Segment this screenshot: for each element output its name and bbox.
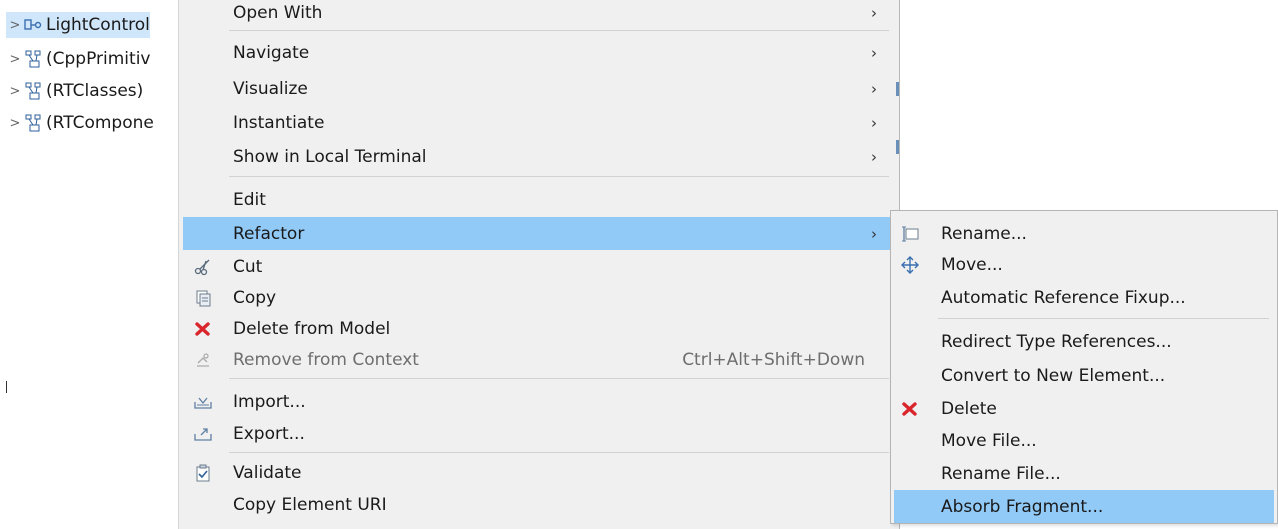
- menu-separator: [229, 452, 889, 453]
- package-icon: [24, 114, 42, 132]
- context-menu: Open With › Navigate › Visualize › Insta…: [178, 0, 900, 529]
- tree-item-label: LightControl: [46, 15, 150, 35]
- menu-item-remove-from-context[interactable]: Remove from Context Ctrl+Alt+Shift+Down: [183, 343, 895, 376]
- text-caret: [6, 381, 7, 393]
- submenu-item-rename[interactable]: Rename...: [894, 217, 1274, 250]
- menu-item-cut[interactable]: Cut: [183, 250, 895, 283]
- submenu-arrow-icon: ›: [871, 79, 877, 98]
- chevron-right-icon[interactable]: >: [6, 18, 24, 33]
- move-arrows-icon: [900, 255, 920, 275]
- menu-item-validate[interactable]: Validate: [183, 456, 895, 489]
- menu-item-label: Delete from Model: [233, 318, 391, 339]
- submenu-item-label: Redirect Type References...: [941, 331, 1172, 352]
- chevron-right-icon[interactable]: >: [6, 52, 24, 67]
- submenu-item-label: Rename...: [941, 223, 1027, 244]
- menu-item-export[interactable]: Export...: [183, 417, 895, 450]
- menu-item-label: Visualize: [233, 78, 308, 99]
- project-tree: > LightControl > (CppPrimitiv > (RTClass…: [0, 0, 180, 150]
- menu-item-label: Import...: [233, 391, 306, 412]
- submenu-item-redirect-type-references[interactable]: Redirect Type References...: [894, 325, 1274, 358]
- scissors-icon: [193, 257, 213, 277]
- remove-from-context-icon: [193, 350, 213, 370]
- submenu-item-convert-to-new-element[interactable]: Convert to New Element...: [894, 359, 1274, 392]
- tree-item-rtcomponents[interactable]: > (RTCompone: [6, 110, 154, 136]
- tree-item-label: (CppPrimitiv: [46, 49, 151, 69]
- submenu-arrow-icon: ›: [871, 224, 877, 243]
- submenu-item-label: Move File...: [941, 430, 1037, 451]
- rename-icon: [900, 224, 920, 244]
- submenu-arrow-icon: ›: [871, 147, 877, 166]
- tree-item-lightcontrol[interactable]: > LightControl: [6, 12, 150, 38]
- tree-item-rtclasses[interactable]: > (RTClasses): [6, 78, 144, 104]
- delete-x-icon: [193, 319, 213, 339]
- tree-item-label: (RTCompone: [46, 113, 154, 133]
- import-icon: [193, 392, 213, 412]
- menu-item-label: Refactor: [233, 223, 305, 244]
- submenu-arrow-icon: ›: [871, 3, 877, 22]
- submenu-separator: [938, 318, 1269, 319]
- submenu-item-delete[interactable]: Delete: [894, 392, 1274, 425]
- menu-item-label: Show in Local Terminal: [233, 146, 427, 167]
- menu-item-label: Cut: [233, 256, 263, 277]
- menu-item-delete-from-model[interactable]: Delete from Model: [183, 312, 895, 345]
- menu-item-label: Navigate: [233, 42, 310, 63]
- menu-item-label: Remove from Context: [233, 349, 419, 370]
- menu-separator: [229, 176, 889, 177]
- validate-clipboard-icon: [193, 463, 213, 483]
- submenu-item-rename-file[interactable]: Rename File...: [894, 457, 1274, 490]
- menu-separator: [229, 30, 889, 31]
- submenu-item-move-file[interactable]: Move File...: [894, 424, 1274, 457]
- chevron-right-icon[interactable]: >: [6, 84, 24, 99]
- tree-item-label: (RTClasses): [46, 81, 144, 101]
- capsule-icon: [24, 16, 42, 34]
- delete-x-icon: [900, 399, 920, 419]
- menu-item-visualize[interactable]: Visualize ›: [183, 72, 895, 105]
- menu-item-label: Instantiate: [233, 112, 325, 133]
- menu-item-copy-element-uri[interactable]: Copy Element URI: [183, 488, 895, 521]
- menu-item-copy[interactable]: Copy: [183, 281, 895, 314]
- submenu-item-automatic-reference-fixup[interactable]: Automatic Reference Fixup...: [894, 281, 1274, 314]
- menu-item-label: Export...: [233, 423, 305, 444]
- menu-item-label: Validate: [233, 462, 302, 483]
- submenu-item-label: Move...: [941, 254, 1003, 275]
- refactor-submenu: Rename... Move... Automatic Reference Fi…: [890, 210, 1278, 524]
- submenu-item-label: Delete: [941, 398, 997, 419]
- package-icon: [24, 50, 42, 68]
- menu-item-open-with[interactable]: Open With ›: [183, 0, 895, 29]
- submenu-item-label: Rename File...: [941, 463, 1061, 484]
- scroll-marker: [896, 140, 899, 154]
- menu-separator: [229, 378, 889, 379]
- menu-item-shortcut: Ctrl+Alt+Shift+Down: [682, 349, 865, 370]
- export-icon: [193, 424, 213, 444]
- submenu-arrow-icon: ›: [871, 43, 877, 62]
- scroll-marker: [896, 82, 899, 96]
- menu-item-label: Copy Element URI: [233, 494, 387, 515]
- submenu-item-label: Convert to New Element...: [941, 365, 1166, 386]
- submenu-item-absorb-fragment[interactable]: Absorb Fragment...: [894, 490, 1274, 523]
- submenu-item-move[interactable]: Move...: [894, 248, 1274, 281]
- menu-item-show-in-local-terminal[interactable]: Show in Local Terminal ›: [183, 140, 895, 173]
- copy-icon: [193, 288, 213, 308]
- menu-item-label: Edit: [233, 189, 266, 210]
- tree-item-cppprimitive[interactable]: > (CppPrimitiv: [6, 46, 151, 72]
- menu-item-edit[interactable]: Edit: [183, 183, 895, 216]
- submenu-arrow-icon: ›: [871, 113, 877, 132]
- menu-item-navigate[interactable]: Navigate ›: [183, 36, 895, 69]
- submenu-item-label: Automatic Reference Fixup...: [941, 287, 1186, 308]
- submenu-item-label: Absorb Fragment...: [941, 496, 1104, 517]
- menu-item-import[interactable]: Import...: [183, 385, 895, 418]
- menu-item-refactor[interactable]: Refactor ›: [183, 217, 895, 250]
- menu-item-instantiate[interactable]: Instantiate ›: [183, 106, 895, 139]
- menu-item-label: Open With: [233, 2, 323, 23]
- chevron-right-icon[interactable]: >: [6, 116, 24, 131]
- package-icon: [24, 82, 42, 100]
- menu-item-label: Copy: [233, 287, 277, 308]
